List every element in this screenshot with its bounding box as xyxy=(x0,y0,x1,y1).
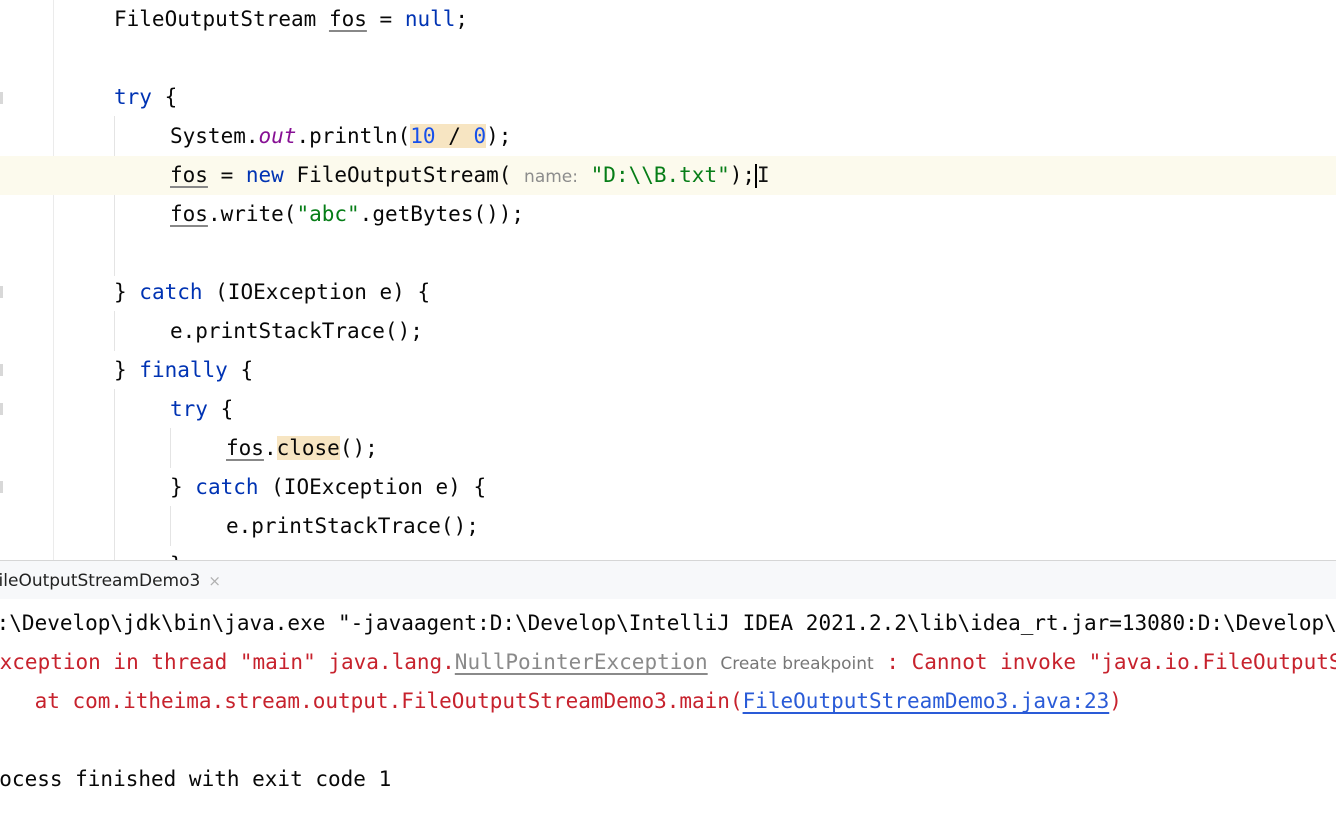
run-tab-bar: FileOutputStreamDemo3 × xyxy=(0,561,1336,599)
variable-name[interactable]: fos xyxy=(329,7,367,31)
ibeam-cursor-icon: I xyxy=(757,163,770,187)
code-line-5[interactable]: fos.write("abc".getBytes()); xyxy=(0,195,1336,234)
keyword: null xyxy=(404,7,456,31)
code-text: System. xyxy=(170,124,259,148)
code-line-4-current[interactable]: fos = new FileOutputStream( name: "D:\\B… xyxy=(0,156,1336,195)
code-line-6[interactable]: } catch (IOException e) { xyxy=(0,273,1336,312)
code-text: (IOException e) { xyxy=(202,280,431,304)
code-line-2[interactable]: try { xyxy=(0,78,1336,117)
code-line-8[interactable]: } finally { xyxy=(0,351,1336,390)
exception-text: Exception in thread "main" java.lang. xyxy=(0,650,455,674)
stacktrace-text: ) xyxy=(1109,689,1122,713)
keyword: try xyxy=(114,85,152,109)
code-text: .write( xyxy=(207,202,297,226)
code-text: ); xyxy=(729,163,756,187)
keyword: catch xyxy=(139,280,203,304)
code-text: = xyxy=(207,163,246,187)
code-line-11[interactable]: } catch (IOException e) { xyxy=(0,468,1336,507)
run-console[interactable]: D:\Develop\jdk\bin\java.exe "-javaagent:… xyxy=(0,599,1336,825)
keyword: new xyxy=(245,163,284,187)
code-line-7[interactable]: e.printStackTrace(); xyxy=(0,312,1336,351)
code-text: e.printStackTrace(); xyxy=(170,319,423,343)
code-text: { xyxy=(207,397,234,421)
code-line-10[interactable]: fos.close(); xyxy=(0,429,1336,468)
number-literal: 0 xyxy=(473,124,487,148)
console-command-line: D:\Develop\jdk\bin\java.exe "-javaagent:… xyxy=(0,611,1336,635)
code-line-12[interactable]: e.printStackTrace(); xyxy=(0,507,1336,546)
code-text: } xyxy=(170,475,196,499)
code-text: { xyxy=(151,85,178,109)
keyword: finally xyxy=(139,358,228,382)
create-breakpoint-link[interactable]: Create breakpoint xyxy=(720,654,873,674)
code-text: e.printStackTrace(); xyxy=(226,514,479,538)
code-line-3[interactable]: System.out.println(10 / 0); xyxy=(0,117,1336,156)
string-literal: "abc" xyxy=(296,202,360,226)
code-text: / xyxy=(435,124,474,148)
keyword: catch xyxy=(195,475,259,499)
code-text: .println( xyxy=(296,124,411,148)
exception-class-link[interactable]: NullPointerException xyxy=(455,650,708,674)
code-text: ; xyxy=(455,7,469,31)
code-text: { xyxy=(227,358,254,382)
method-call: close xyxy=(276,436,340,460)
variable-name[interactable]: fos xyxy=(170,163,208,187)
code-text: (IOException e) { xyxy=(258,475,487,499)
console-stacktrace-line: at com.itheima.stream.output.FileOutputS… xyxy=(0,682,1336,721)
exception-text: : Cannot invoke "java.io.FileOutputStrea… xyxy=(886,650,1336,674)
code-editor[interactable]: FileOutputStream fos = null; try { Syste… xyxy=(0,0,1336,560)
run-tab[interactable]: FileOutputStreamDemo3 × xyxy=(0,561,221,599)
code-text: . xyxy=(263,436,277,460)
code-text: (); xyxy=(339,436,378,460)
static-field: out xyxy=(258,124,297,148)
code-line-1[interactable]: FileOutputStream fos = null; xyxy=(0,0,1336,39)
code-text: = xyxy=(366,7,405,31)
console-exception-line: Exception in thread "main" java.lang.Nul… xyxy=(0,643,1336,682)
close-icon[interactable]: × xyxy=(208,561,221,601)
code-text: } xyxy=(114,280,140,304)
type-name: FileOutputStream xyxy=(114,7,317,31)
run-tab-title[interactable]: FileOutputStreamDemo3 xyxy=(0,571,200,591)
number-literal: 10 xyxy=(410,124,436,148)
code-line-13[interactable]: } xyxy=(0,546,1336,560)
variable-name[interactable]: fos xyxy=(226,436,264,460)
code-text: ); xyxy=(486,124,512,148)
parameter-hint: name: xyxy=(524,167,578,187)
stacktrace-text: at com.itheima.stream.output.FileOutputS… xyxy=(0,689,743,713)
source-location-link[interactable]: FileOutputStreamDemo3.java:23 xyxy=(743,689,1110,713)
code-text: } xyxy=(170,553,183,560)
console-exit-line: Process finished with exit code 1 xyxy=(0,767,392,791)
variable-name[interactable]: fos xyxy=(170,202,208,226)
string-literal: "D:\\B.txt" xyxy=(590,163,730,187)
code-text: FileOutputStream( xyxy=(283,163,512,187)
code-text: } xyxy=(114,358,140,382)
code-line-9[interactable]: try { xyxy=(0,390,1336,429)
code-text: .getBytes()); xyxy=(359,202,525,226)
keyword: try xyxy=(170,397,208,421)
